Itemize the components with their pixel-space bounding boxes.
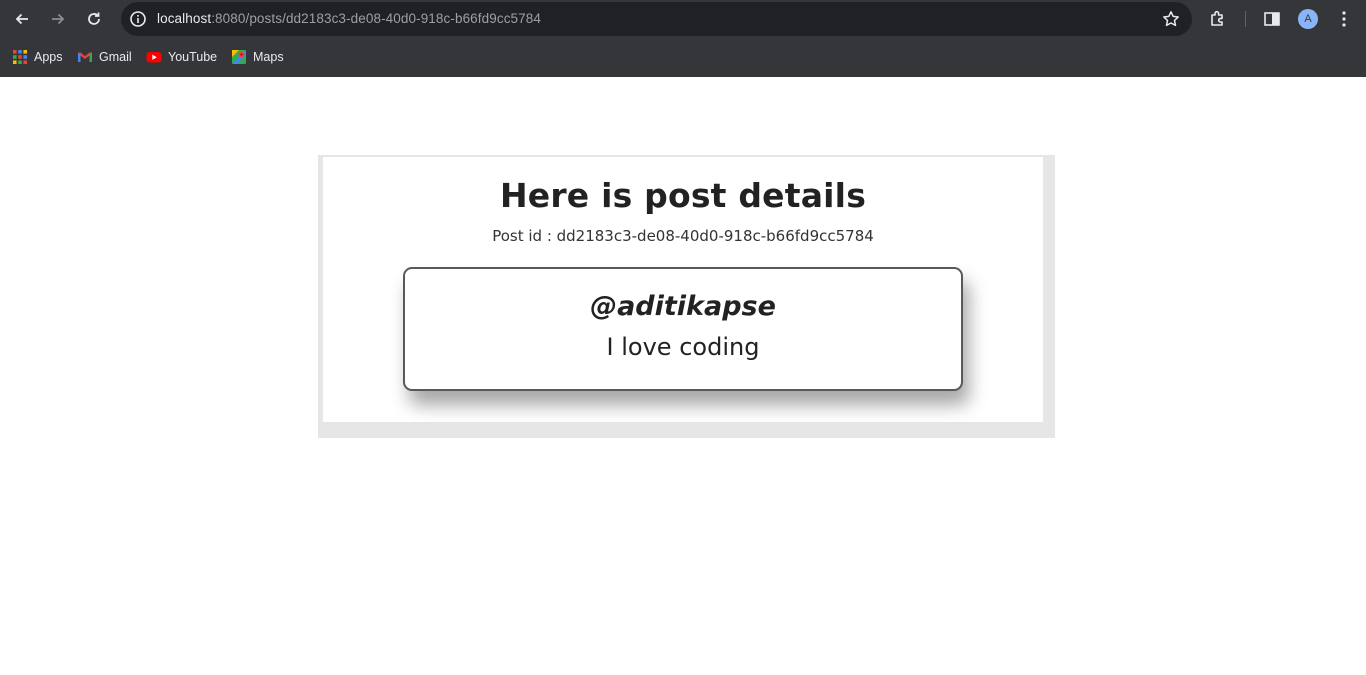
- url-text[interactable]: localhost:8080/posts/dd2183c3-de08-40d0-…: [157, 11, 541, 26]
- apps-grid-icon: [13, 50, 27, 64]
- bookmark-youtube[interactable]: YouTube: [146, 48, 217, 66]
- side-panel-icon: [1264, 12, 1280, 26]
- url-path: :8080/posts/dd2183c3-de08-40d0-918c-b66f…: [211, 11, 541, 26]
- bookmark-label: YouTube: [168, 50, 218, 64]
- bookmark-label: Apps: [34, 50, 63, 64]
- gmail-icon: [78, 52, 92, 62]
- post-box: @aditikapse I love coding: [403, 267, 963, 391]
- side-panel-button[interactable]: [1262, 9, 1282, 29]
- profile-initial: A: [1304, 13, 1312, 25]
- forward-button[interactable]: [44, 5, 72, 33]
- star-icon[interactable]: [1162, 10, 1180, 28]
- forward-arrow-icon: [52, 13, 65, 25]
- bookmark-label: Gmail: [99, 50, 132, 64]
- maps-icon: [232, 50, 246, 64]
- extensions-icon: [1211, 10, 1223, 26]
- post-username: @aditikapse: [590, 291, 776, 322]
- reload-icon: [88, 12, 100, 25]
- profile-avatar[interactable]: A: [1298, 9, 1318, 29]
- page-title: Here is post details: [499, 176, 867, 215]
- info-icon[interactable]: [129, 10, 147, 28]
- youtube-icon: [146, 52, 162, 63]
- more-menu-button[interactable]: [1334, 9, 1354, 29]
- bookmark-label: Maps: [253, 50, 284, 64]
- post-id-text: Post id : dd2183c3-de08-40d0-918c-b66fd9…: [492, 227, 874, 245]
- back-arrow-icon: [15, 13, 28, 25]
- extensions-button[interactable]: [1208, 9, 1228, 29]
- url-host: localhost: [157, 11, 212, 26]
- toolbar-divider: [1245, 11, 1246, 27]
- bookmark-maps[interactable]: Maps: [231, 48, 284, 66]
- bookmark-gmail[interactable]: Gmail: [77, 48, 132, 66]
- more-menu-icon: [1342, 11, 1346, 27]
- browser-toolbar: localhost:8080/posts/dd2183c3-de08-40d0-…: [0, 0, 1366, 38]
- bookmarks-bar: Apps Gmail YouTube Maps: [0, 38, 1366, 77]
- bookmark-apps[interactable]: Apps: [12, 48, 63, 66]
- address-bar[interactable]: localhost:8080/posts/dd2183c3-de08-40d0-…: [121, 2, 1192, 36]
- reload-button[interactable]: [80, 5, 108, 33]
- back-button[interactable]: [8, 5, 36, 33]
- post-content: I love coding: [606, 333, 760, 361]
